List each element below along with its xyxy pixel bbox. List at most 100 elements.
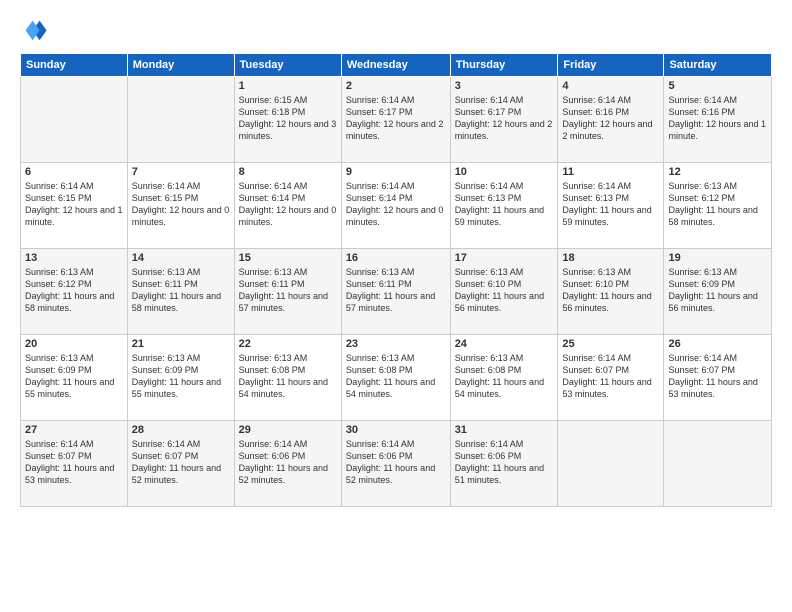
weekday-header-wednesday: Wednesday <box>341 54 450 77</box>
weekday-header-monday: Monday <box>127 54 234 77</box>
day-number: 28 <box>132 424 230 436</box>
day-number: 10 <box>455 166 554 178</box>
calendar-cell: 11 Sunrise: 6:14 AM Sunset: 6:13 PM Dayli… <box>558 163 664 249</box>
day-number: 29 <box>239 424 337 436</box>
day-info: Sunrise: 6:14 AM Sunset: 6:17 PM Dayligh… <box>455 94 554 143</box>
day-number: 11 <box>562 166 659 178</box>
calendar-cell: 9Sunrise: 6:14 AM Sunset: 6:14 PM Daylig… <box>341 163 450 249</box>
day-number: 23 <box>346 338 446 350</box>
weekday-header-sunday: Sunday <box>21 54 128 77</box>
calendar-cell: 31Sunrise: 6:14 AM Sunset: 6:06 PM Dayli… <box>450 421 558 507</box>
weekday-header-tuesday: Tuesday <box>234 54 341 77</box>
day-number: 21 <box>132 338 230 350</box>
day-number: 12 <box>668 166 767 178</box>
day-info: Sunrise: 6:14 AM Sunset: 6:14 PM Dayligh… <box>239 180 337 229</box>
calendar-cell: 27Sunrise: 6:14 AM Sunset: 6:07 PM Dayli… <box>21 421 128 507</box>
calendar-cell: 28 Sunrise: 6:14 AM Sunset: 6:07 PM Dayli… <box>127 421 234 507</box>
day-number: 30 <box>346 424 446 436</box>
calendar-cell: 3 Sunrise: 6:14 AM Sunset: 6:17 PM Daylig… <box>450 77 558 163</box>
day-info: Sunrise: 6:13 AM Sunset: 6:11 PM Dayligh… <box>239 266 337 315</box>
calendar-cell: 6 Sunrise: 6:14 AM Sunset: 6:15 PM Daylig… <box>21 163 128 249</box>
calendar-header-row: SundayMondayTuesdayWednesdayThursdayFrid… <box>21 54 772 77</box>
day-info: Sunrise: 6:14 AM Sunset: 6:07 PM Dayligh… <box>668 352 767 401</box>
calendar-cell: 5 Sunrise: 6:14 AM Sunset: 6:16 PM Daylig… <box>664 77 772 163</box>
calendar-cell: 26 Sunrise: 6:14 AM Sunset: 6:07 PM Dayli… <box>664 335 772 421</box>
day-number: 7 <box>132 166 230 178</box>
day-info: Sunrise: 6:14 AM Sunset: 6:13 PM Dayligh… <box>562 180 659 229</box>
day-number: 14 <box>132 252 230 264</box>
calendar-cell: 4 Sunrise: 6:14 AM Sunset: 6:16 PM Daylig… <box>558 77 664 163</box>
day-info: Sunrise: 6:13 AM Sunset: 6:11 PM Dayligh… <box>346 266 446 315</box>
day-number: 19 <box>668 252 767 264</box>
day-number: 9 <box>346 166 446 178</box>
calendar-cell: 30 Sunrise: 6:14 AM Sunset: 6:06 PM Dayli… <box>341 421 450 507</box>
calendar-cell: 8 Sunrise: 6:14 AM Sunset: 6:14 PM Daylig… <box>234 163 341 249</box>
day-info: Sunrise: 6:14 AM Sunset: 6:16 PM Dayligh… <box>668 94 767 143</box>
day-number: 1 <box>239 80 337 92</box>
calendar-table: SundayMondayTuesdayWednesdayThursdayFrid… <box>20 53 772 507</box>
calendar-cell <box>664 421 772 507</box>
header <box>20 15 772 43</box>
day-info: Sunrise: 6:13 AM Sunset: 6:09 PM Dayligh… <box>668 266 767 315</box>
calendar-week-4: 20 Sunrise: 6:13 AM Sunset: 6:09 PM Dayli… <box>21 335 772 421</box>
day-info: Sunrise: 6:14 AM Sunset: 6:13 PM Dayligh… <box>455 180 554 229</box>
calendar-cell: 23 Sunrise: 6:13 AM Sunset: 6:08 PM Dayli… <box>341 335 450 421</box>
day-info: Sunrise: 6:14 AM Sunset: 6:06 PM Dayligh… <box>455 438 554 487</box>
day-info: Sunrise: 6:13 AM Sunset: 6:09 PM Dayligh… <box>25 352 123 401</box>
calendar-cell: 21 Sunrise: 6:13 AM Sunset: 6:09 PM Dayli… <box>127 335 234 421</box>
calendar-cell: 25 Sunrise: 6:14 AM Sunset: 6:07 PM Dayli… <box>558 335 664 421</box>
calendar-cell: 15 Sunrise: 6:13 AM Sunset: 6:11 PM Dayli… <box>234 249 341 335</box>
day-info: Sunrise: 6:14 AM Sunset: 6:07 PM Dayligh… <box>25 438 123 487</box>
weekday-header-thursday: Thursday <box>450 54 558 77</box>
calendar-cell: 20 Sunrise: 6:13 AM Sunset: 6:09 PM Dayli… <box>21 335 128 421</box>
day-info: Sunrise: 6:14 AM Sunset: 6:15 PM Dayligh… <box>132 180 230 229</box>
day-info: Sunrise: 6:13 AM Sunset: 6:08 PM Dayligh… <box>239 352 337 401</box>
logo <box>20 15 52 43</box>
weekday-header-friday: Friday <box>558 54 664 77</box>
logo-icon <box>20 15 48 43</box>
day-number: 6 <box>25 166 123 178</box>
day-number: 5 <box>668 80 767 92</box>
day-info: Sunrise: 6:14 AM Sunset: 6:16 PM Dayligh… <box>562 94 659 143</box>
day-number: 26 <box>668 338 767 350</box>
calendar-cell: 16Sunrise: 6:13 AM Sunset: 6:11 PM Dayli… <box>341 249 450 335</box>
calendar-cell: 13 Sunrise: 6:13 AM Sunset: 6:12 PM Dayli… <box>21 249 128 335</box>
calendar-cell: 7 Sunrise: 6:14 AM Sunset: 6:15 PM Daylig… <box>127 163 234 249</box>
calendar-cell: 22 Sunrise: 6:13 AM Sunset: 6:08 PM Dayli… <box>234 335 341 421</box>
calendar-week-3: 13 Sunrise: 6:13 AM Sunset: 6:12 PM Dayli… <box>21 249 772 335</box>
calendar-cell: 19 Sunrise: 6:13 AM Sunset: 6:09 PM Dayli… <box>664 249 772 335</box>
day-number: 15 <box>239 252 337 264</box>
calendar-cell: 10 Sunrise: 6:14 AM Sunset: 6:13 PM Dayli… <box>450 163 558 249</box>
day-info: Sunrise: 6:13 AM Sunset: 6:10 PM Dayligh… <box>455 266 554 315</box>
calendar-cell: 2 Sunrise: 6:14 AM Sunset: 6:17 PM Daylig… <box>341 77 450 163</box>
day-info: Sunrise: 6:14 AM Sunset: 6:17 PM Dayligh… <box>346 94 446 143</box>
day-number: 25 <box>562 338 659 350</box>
calendar-cell: 17Sunrise: 6:13 AM Sunset: 6:10 PM Dayli… <box>450 249 558 335</box>
day-number: 24 <box>455 338 554 350</box>
calendar-cell: 14 Sunrise: 6:13 AM Sunset: 6:11 PM Dayli… <box>127 249 234 335</box>
day-info: Sunrise: 6:14 AM Sunset: 6:06 PM Dayligh… <box>346 438 446 487</box>
day-info: Sunrise: 6:14 AM Sunset: 6:15 PM Dayligh… <box>25 180 123 229</box>
day-info: Sunrise: 6:13 AM Sunset: 6:11 PM Dayligh… <box>132 266 230 315</box>
calendar-cell: 12 Sunrise: 6:13 AM Sunset: 6:12 PM Dayli… <box>664 163 772 249</box>
calendar-week-2: 6 Sunrise: 6:14 AM Sunset: 6:15 PM Daylig… <box>21 163 772 249</box>
day-number: 2 <box>346 80 446 92</box>
calendar-cell <box>127 77 234 163</box>
day-info: Sunrise: 6:14 AM Sunset: 6:07 PM Dayligh… <box>132 438 230 487</box>
day-info: Sunrise: 6:13 AM Sunset: 6:09 PM Dayligh… <box>132 352 230 401</box>
day-number: 3 <box>455 80 554 92</box>
day-info: Sunrise: 6:13 AM Sunset: 6:12 PM Dayligh… <box>25 266 123 315</box>
day-number: 13 <box>25 252 123 264</box>
day-info: Sunrise: 6:14 AM Sunset: 6:06 PM Dayligh… <box>239 438 337 487</box>
calendar-cell <box>558 421 664 507</box>
day-number: 8 <box>239 166 337 178</box>
day-info: Sunrise: 6:13 AM Sunset: 6:10 PM Dayligh… <box>562 266 659 315</box>
calendar-cell: 29 Sunrise: 6:14 AM Sunset: 6:06 PM Dayli… <box>234 421 341 507</box>
day-number: 20 <box>25 338 123 350</box>
weekday-header-saturday: Saturday <box>664 54 772 77</box>
day-number: 4 <box>562 80 659 92</box>
day-info: Sunrise: 6:13 AM Sunset: 6:08 PM Dayligh… <box>346 352 446 401</box>
day-info: Sunrise: 6:14 AM Sunset: 6:07 PM Dayligh… <box>562 352 659 401</box>
day-number: 22 <box>239 338 337 350</box>
day-info: Sunrise: 6:13 AM Sunset: 6:12 PM Dayligh… <box>668 180 767 229</box>
